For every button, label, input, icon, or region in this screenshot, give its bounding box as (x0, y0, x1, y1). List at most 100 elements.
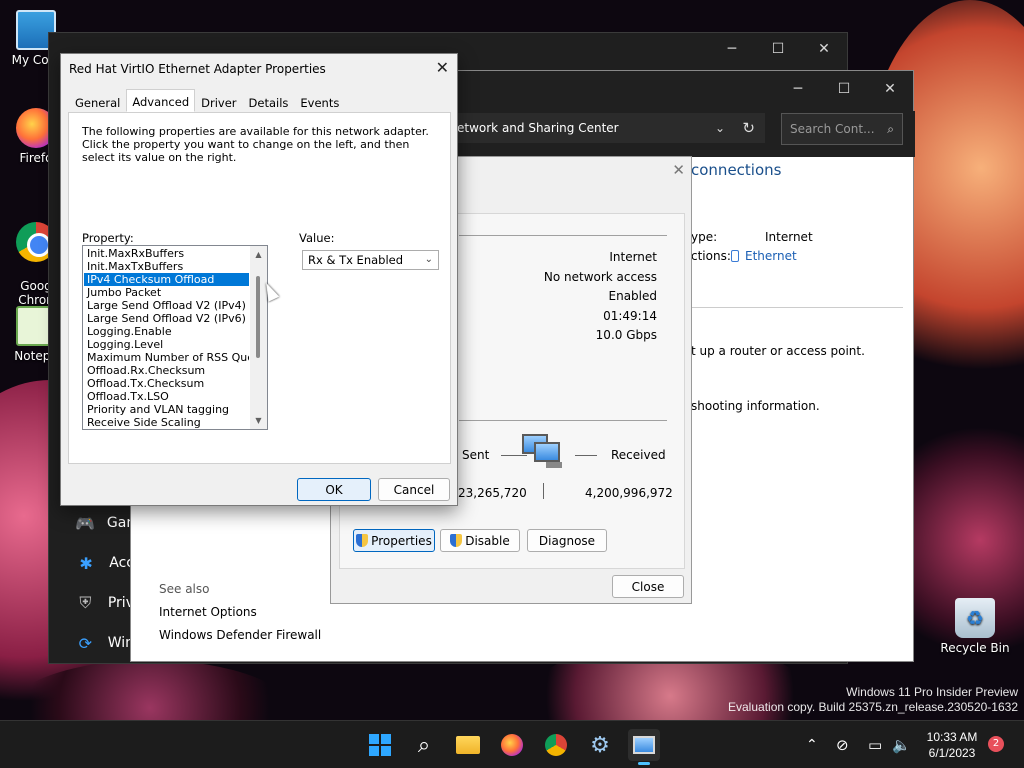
bytes-received-value: 4,200,996,972 (585, 486, 673, 500)
property-list-item[interactable]: Priority and VLAN tagging (84, 403, 249, 416)
close-icon[interactable]: ✕ (801, 33, 847, 65)
ipv4-connectivity-value: Internet (609, 250, 657, 264)
settings-taskbar-button[interactable]: ⚙ (584, 729, 616, 761)
cancel-button[interactable]: Cancel (378, 478, 450, 501)
property-list-item[interactable]: Offload.Tx.LSO (84, 390, 249, 403)
property-list-item[interactable]: Init.MaxRxBuffers (84, 247, 249, 260)
tab-general[interactable]: General (69, 92, 126, 112)
close-icon[interactable]: ✕ (672, 161, 685, 179)
property-list-item[interactable]: IPv4 Checksum Offload (84, 273, 249, 286)
refresh-icon[interactable]: ↻ (742, 113, 755, 143)
tab-events[interactable]: Events (294, 92, 345, 112)
property-list-item[interactable]: Logging.Enable (84, 325, 249, 338)
uac-shield-icon (356, 534, 369, 547)
window-caption-buttons: ─ ☐ ✕ (709, 33, 847, 65)
chevron-down-icon[interactable]: ⌄ (715, 113, 725, 143)
router-text[interactable]: t up a router or access point. (691, 344, 865, 358)
tab-strip: General Advanced Driver Details Events (69, 89, 345, 112)
ethernet-icon (731, 250, 739, 262)
nav-item-accessibility[interactable]: ✱ Acc (49, 543, 134, 583)
property-list-item[interactable]: Offload.Rx.Checksum (84, 364, 249, 377)
close-icon[interactable]: ✕ (867, 73, 913, 105)
tray-overflow-button[interactable]: ⌃ (806, 721, 818, 768)
search-input[interactable]: Search Cont... ⌕ (781, 113, 903, 145)
tab-advanced[interactable]: Advanced (126, 89, 196, 112)
property-list-item[interactable]: Receive Side Scaling (84, 416, 249, 429)
close-button[interactable]: Close (612, 575, 684, 598)
property-list-item[interactable]: Large Send Offload V2 (IPv4) (84, 299, 249, 312)
close-icon[interactable]: ✕ (436, 58, 449, 77)
scroll-down-icon[interactable]: ▼ (250, 412, 267, 429)
minimize-icon[interactable]: ─ (775, 73, 821, 105)
nav-item-gaming[interactable]: 🎮 Gan (49, 503, 134, 543)
gamepad-icon: 🎮 (75, 513, 95, 533)
scroll-up-icon[interactable]: ▲ (250, 246, 267, 263)
nav-item-privacy[interactable]: ⛨ Priv (49, 583, 134, 623)
address-text: etwork and Sharing Center (457, 121, 619, 135)
property-list-item[interactable]: Offload.Tx.Checksum (84, 377, 249, 390)
settings-nav: 🎮 Gan ✱ Acc ⛨ Priv ⟳ Win (49, 503, 134, 663)
search-button[interactable]: ⌕ (408, 729, 440, 761)
property-list-item[interactable]: Init.MaxTxBuffers (84, 260, 249, 273)
search-icon: ⌕ (417, 732, 431, 758)
description-text: The following properties are available f… (82, 125, 429, 164)
property-list-item[interactable]: Logging.Level (84, 338, 249, 351)
no-internet-icon: ⊘ (836, 736, 849, 754)
tray-volume-button[interactable]: 🔈 (892, 721, 911, 768)
accessibility-icon: ✱ (79, 553, 93, 573)
property-list-item[interactable]: Jumbo Packet (84, 286, 249, 299)
address-bar[interactable]: etwork and Sharing Center ⌄ ↻ (447, 113, 765, 143)
search-icon: ⌕ (887, 122, 894, 136)
value-label: Value: (299, 231, 335, 245)
diagnose-button[interactable]: Diagnose (527, 529, 607, 552)
nav-item-windows-update[interactable]: ⟳ Win (49, 623, 134, 663)
update-icon: ⟳ (78, 633, 93, 653)
tray-network-button[interactable]: ▭ (868, 721, 882, 768)
watermark-line2: Evaluation copy. Build 25375.zn_release.… (728, 700, 1018, 714)
disable-button[interactable]: Disable (440, 529, 520, 552)
chevron-up-icon: ⌃ (806, 737, 818, 753)
folder-icon (456, 736, 480, 754)
ok-button[interactable]: OK (297, 478, 371, 501)
divider (691, 307, 903, 308)
diagnose-button-label: Diagnose (538, 533, 596, 548)
type-value: Internet (765, 230, 813, 244)
received-line (575, 455, 597, 456)
scrollbar-thumb[interactable] (256, 276, 260, 358)
maximize-icon[interactable]: ☐ (755, 33, 801, 65)
tab-details[interactable]: Details (243, 92, 295, 112)
notification-badge[interactable]: 2 (988, 736, 1004, 752)
disable-button-label: Disable (465, 533, 510, 548)
media-state-value: Enabled (608, 289, 658, 303)
troubleshoot-text[interactable]: shooting information. (691, 399, 820, 413)
value-dropdown-text: Rx & Tx Enabled (308, 253, 404, 267)
firefox-icon (501, 734, 523, 756)
tray-network-status[interactable]: ⊘ (836, 721, 849, 768)
file-explorer-button[interactable] (452, 729, 484, 761)
start-button[interactable] (364, 729, 396, 761)
control-panel-taskbar-button[interactable] (628, 729, 660, 765)
firefox-taskbar-button[interactable] (496, 729, 528, 761)
recycle-bin-icon: ♻ (955, 598, 995, 638)
volume-icon: 🔈 (892, 736, 911, 754)
property-listbox[interactable]: Init.MaxRxBuffers Init.MaxTxBuffers IPv4 C… (82, 245, 268, 430)
property-list-item[interactable]: Large Send Offload V2 (IPv6) (84, 312, 249, 325)
minimize-icon[interactable]: ─ (709, 33, 755, 65)
properties-button[interactable]: Properties (353, 529, 435, 552)
tab-driver[interactable]: Driver (195, 92, 242, 112)
connections-label: ctions: (691, 249, 731, 263)
adapter-properties-dialog: Red Hat VirtIO Ethernet Adapter Properti… (60, 53, 458, 506)
property-list-item[interactable]: Maximum Number of RSS Queues (84, 351, 249, 364)
clock[interactable]: 10:33 AM 6/1/2023 (918, 729, 986, 761)
firewall-link[interactable]: Windows Defender Firewall (159, 628, 321, 642)
page-title: connections (691, 161, 782, 179)
chrome-taskbar-button[interactable] (540, 729, 572, 761)
windows-watermark: Windows 11 Pro Insider Preview Evaluatio… (728, 685, 1018, 715)
maximize-icon[interactable]: ☐ (821, 73, 867, 105)
listbox-scrollbar[interactable]: ▲ ▼ (250, 246, 267, 429)
ethernet-link[interactable]: Ethernet (731, 249, 797, 263)
desktop-icon-recycle-bin[interactable]: ♻ Recycle Bin (938, 598, 1012, 655)
value-dropdown[interactable]: Rx & Tx Enabled ⌄ (302, 250, 439, 270)
internet-options-link[interactable]: Internet Options (159, 605, 257, 619)
ethernet-link-text: Ethernet (745, 249, 797, 263)
